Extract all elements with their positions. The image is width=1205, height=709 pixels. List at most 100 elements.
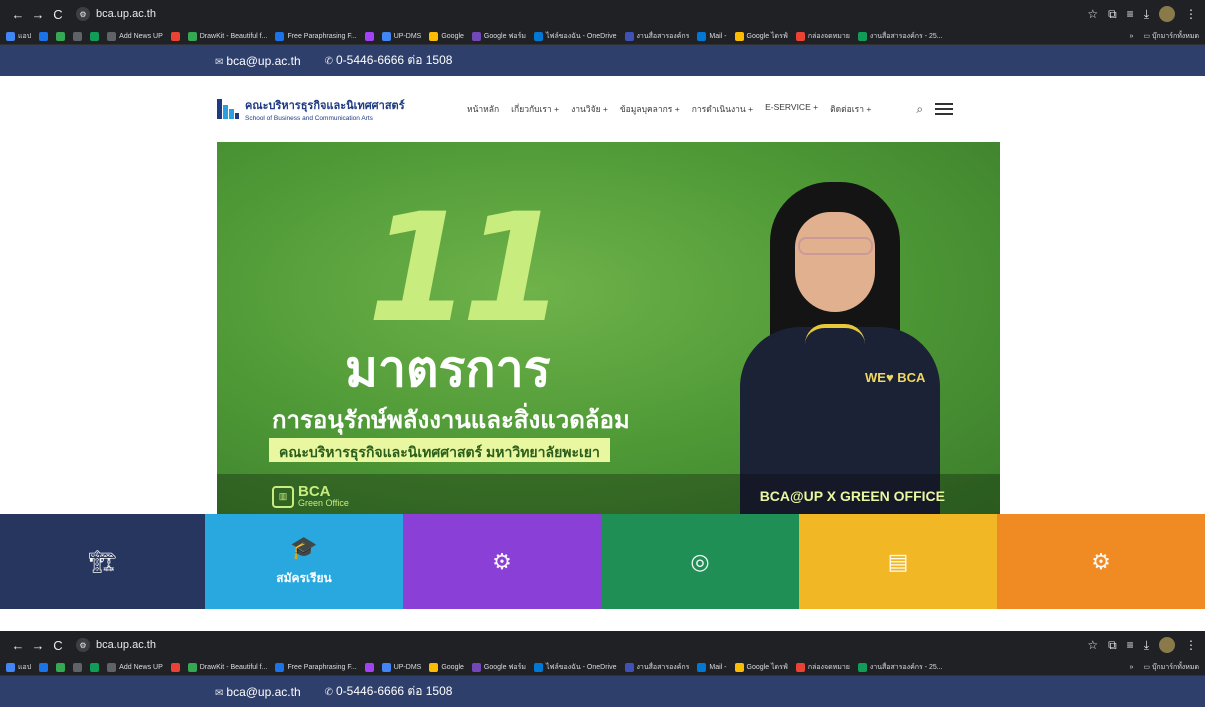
bookmark-item[interactable]: Add News UP [107, 662, 163, 672]
menu-item[interactable]: งานวิจัย + [571, 102, 608, 116]
email-contact[interactable]: ✉ bca@up.ac.th [215, 54, 301, 68]
bookmark-item[interactable] [170, 662, 180, 672]
bookmark-item[interactable]: งานสื่อสารองค์กร - 25... [857, 31, 943, 42]
site-info-icon[interactable]: ⚙ [76, 7, 90, 21]
reload-button[interactable]: C [48, 7, 68, 22]
bookmark-item[interactable]: แอป [6, 31, 31, 42]
bookmark-item[interactable]: Free Paraphrasing F... [275, 662, 357, 672]
bookmark-item[interactable] [39, 662, 49, 672]
search-icon[interactable]: ⌕ [916, 102, 923, 117]
download-icon[interactable]: ⤓ [1144, 638, 1149, 653]
quick-link-tile[interactable]: ⚙ [403, 514, 601, 609]
bookmark-favicon-icon [471, 31, 481, 41]
menu-kebab-icon[interactable]: ⋮ [1185, 7, 1197, 21]
bookmark-item[interactable]: Free Paraphrasing F... [275, 31, 357, 41]
bookmark-item[interactable]: Mail - [697, 662, 727, 672]
site-info-icon[interactable]: ⚙ [76, 638, 90, 652]
bookmark-item[interactable]: DrawKit - Beautiful f... [187, 31, 267, 41]
banner-person-image: WE♥ BCA [740, 162, 940, 514]
bookmark-item[interactable]: Google ไดรฟ์ [734, 31, 788, 42]
bookmark-item[interactable] [90, 31, 100, 41]
back-button[interactable]: ← [8, 7, 28, 22]
menu-item[interactable]: การดำเนินงาน + [692, 102, 753, 116]
menu-item[interactable]: เกี่ยวกับเรา + [511, 102, 559, 116]
extensions-icon[interactable]: ⧉ [1108, 7, 1117, 22]
bookmark-item[interactable]: งานสื่อสารองค์กร [624, 31, 689, 42]
bookmarks-overflow-button[interactable]: » [1129, 33, 1133, 40]
bookmark-item[interactable] [73, 31, 83, 41]
bookmark-item[interactable]: Google ไดรฟ์ [734, 662, 788, 673]
bookmark-item[interactable] [56, 31, 66, 41]
bookmark-item[interactable]: Google [429, 31, 464, 41]
phone-contact[interactable]: ✆ 0-5446-6666 ต่อ 1508 [325, 682, 453, 701]
logo-mark-icon [217, 97, 239, 121]
download-icon[interactable]: ⤓ [1144, 7, 1149, 22]
bookmark-item[interactable]: DrawKit - Beautiful f... [187, 662, 267, 672]
reading-list-icon[interactable]: ≡ [1127, 7, 1134, 21]
bookmark-item[interactable]: แอป [6, 662, 31, 673]
bookmark-item[interactable]: ไฟล์ของฉัน - OneDrive [533, 662, 617, 673]
profile-avatar[interactable] [1159, 637, 1175, 653]
quick-link-tile[interactable]: 🏗 [0, 514, 205, 609]
folder-icon: ▭ [1143, 663, 1151, 671]
bookmarks-overflow-button[interactable]: » [1129, 664, 1133, 671]
quick-link-tile[interactable]: ⚙ [997, 514, 1205, 609]
logo-title-en: School of Business and Communication Art… [245, 115, 373, 122]
reload-button[interactable]: C [48, 638, 68, 653]
bookmark-item[interactable] [364, 31, 374, 41]
all-bookmarks-folder[interactable]: ▭ บุ๊กมาร์กทั้งหมด [1143, 662, 1199, 673]
bookmark-favicon-icon [275, 662, 285, 672]
bookmark-item[interactable]: Google [429, 662, 464, 672]
bookmark-item[interactable]: งานสื่อสารองค์กร - 25... [857, 662, 943, 673]
bookmark-star-icon[interactable]: ☆ [1087, 7, 1098, 21]
bookmark-star-icon[interactable]: ☆ [1087, 638, 1098, 652]
bookmark-favicon-icon [381, 662, 391, 672]
quick-link-tile[interactable]: 🎓 สมัครเรียน [205, 514, 403, 609]
bookmark-item[interactable]: Mail - [697, 31, 727, 41]
bookmark-item[interactable]: ไฟล์ของฉัน - OneDrive [533, 31, 617, 42]
bookmark-item[interactable]: Add News UP [107, 31, 163, 41]
bookmark-item[interactable]: งานสื่อสารองค์กร [624, 662, 689, 673]
extensions-icon[interactable]: ⧉ [1108, 638, 1117, 653]
bookmark-favicon-icon [857, 662, 867, 672]
all-bookmarks-folder[interactable]: ▭ บุ๊กมาร์กทั้งหมด [1143, 31, 1199, 42]
bookmark-item[interactable]: กล่องจดหมาย [795, 31, 850, 42]
profile-avatar[interactable] [1159, 6, 1175, 22]
menu-kebab-icon[interactable]: ⋮ [1185, 638, 1197, 652]
bookmark-item[interactable] [73, 662, 83, 672]
menu-item[interactable]: ข้อมูลบุคลากร + [620, 102, 680, 116]
bookmark-item[interactable] [39, 31, 49, 41]
bookmark-item[interactable] [364, 662, 374, 672]
bookmark-item[interactable] [170, 31, 180, 41]
site-logo[interactable]: คณะบริหารธุรกิจและนิเทศศาสตร์ School of … [217, 96, 467, 122]
back-button[interactable]: ← [8, 638, 28, 653]
address-bar[interactable]: ⚙ bca.up.ac.th [76, 4, 1088, 24]
menu-item[interactable]: ติดต่อเรา + [830, 102, 871, 116]
phone-contact[interactable]: ✆ 0-5446-6666 ต่อ 1508 [325, 51, 453, 70]
reading-list-icon[interactable]: ≡ [1127, 638, 1134, 652]
quick-link-tile[interactable]: ▤ [799, 514, 997, 609]
bookmark-item[interactable]: UP-DMS [381, 662, 421, 672]
bookmark-item[interactable]: Google ฟอร์ม [471, 31, 526, 42]
email-contact[interactable]: ✉ bca@up.ac.th [215, 685, 301, 699]
bookmark-item[interactable]: UP-DMS [381, 31, 421, 41]
hamburger-menu-icon[interactable] [935, 103, 954, 115]
bookmark-favicon-icon [429, 31, 439, 41]
hero-banner[interactable]: 11 มาตรการ การอนุรักษ์พลังงานและสิ่งแวดล… [217, 142, 1000, 514]
bookmark-item[interactable]: Google ฟอร์ม [471, 662, 526, 673]
bookmark-favicon-icon [795, 662, 805, 672]
bookmark-item[interactable] [90, 662, 100, 672]
forward-button[interactable]: → [28, 638, 48, 653]
banner-headline: มาตรการ [345, 340, 551, 398]
tile-icon: ⚙ [492, 548, 512, 574]
menu-item[interactable]: หน้าหลัก [467, 102, 499, 116]
bookmark-item[interactable]: กล่องจดหมาย [795, 662, 850, 673]
bookmark-favicon-icon [187, 662, 197, 672]
shirt-logo: WE♥ BCA [865, 370, 926, 385]
quick-link-tile[interactable]: ◎ [601, 514, 799, 609]
address-bar[interactable]: ⚙ bca.up.ac.th [76, 635, 1088, 655]
bookmark-item[interactable] [56, 662, 66, 672]
forward-button[interactable]: → [28, 7, 48, 22]
menu-item[interactable]: E-SERVICE + [765, 102, 818, 116]
phone-icon: ✆ [324, 56, 334, 67]
